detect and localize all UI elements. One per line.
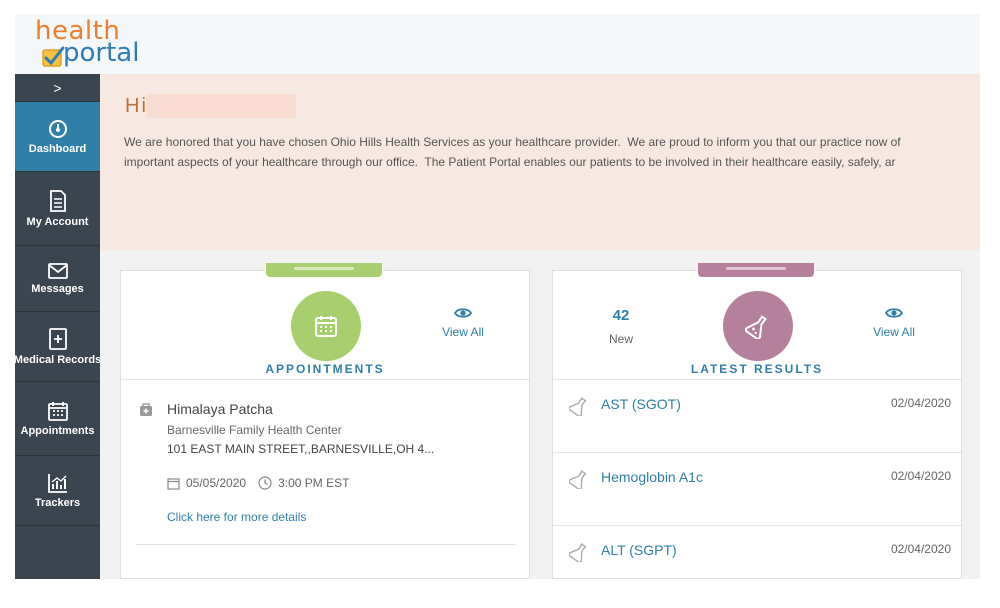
account-icon bbox=[49, 189, 66, 212]
greeting-hi: Hi bbox=[125, 94, 148, 117]
new-results-count[interactable]: 42 New bbox=[601, 307, 641, 346]
clock-icon bbox=[258, 476, 272, 490]
sidebar-item-my-account[interactable]: My Account bbox=[15, 172, 100, 246]
sidebar-item-label: My Account bbox=[26, 215, 89, 228]
view-all-label: View All bbox=[442, 325, 484, 339]
logo-check-icon bbox=[42, 46, 65, 67]
divider bbox=[136, 544, 516, 545]
sidebar-item-trackers[interactable]: Trackers bbox=[15, 456, 100, 526]
facility-name: Barnesville Family Health Center bbox=[167, 423, 342, 437]
sidebar-item-label: Messages bbox=[31, 282, 84, 295]
sidebar-item-label: Trackers bbox=[34, 496, 81, 509]
appointment-date: 05/05/2020 bbox=[186, 476, 247, 490]
welcome-line-1: We are honored that you have chosen Ohio… bbox=[124, 135, 901, 149]
facility-address: 101 EAST MAIN STREET,,BARNESVILLE,OH 4..… bbox=[167, 442, 435, 456]
result-row[interactable]: ALT (SGPT) 02/04/2020 bbox=[553, 526, 963, 579]
appointment-datetime: 05/05/2020 3:00 PM EST bbox=[167, 476, 349, 490]
sidebar-item-appointments[interactable]: Appointments bbox=[15, 382, 100, 456]
redacted-name bbox=[145, 94, 296, 118]
envelope-icon bbox=[47, 262, 68, 279]
welcome-banner: Hi We are honored that you have chosen O… bbox=[100, 74, 980, 250]
sidebar-item-label: Dashboard bbox=[28, 142, 87, 155]
welcome-message: We are honored that you have chosen Ohio… bbox=[124, 132, 980, 172]
sidebar-toggle-button[interactable]: > bbox=[15, 74, 100, 102]
result-row[interactable]: Hemoglobin A1c 02/04/2020 bbox=[553, 453, 963, 526]
appointments-view-all-link[interactable]: View All bbox=[433, 307, 493, 339]
header: health portal bbox=[15, 14, 980, 74]
sidebar-toggle-label: > bbox=[53, 79, 62, 96]
appointment-details-link[interactable]: Click here for more details bbox=[167, 510, 306, 524]
result-name: ALT (SGPT) bbox=[601, 542, 677, 558]
flask-icon bbox=[569, 470, 587, 489]
sidebar-item-label: Appointments bbox=[20, 424, 95, 437]
dashboard-main: Hi We are honored that you have chosen O… bbox=[100, 74, 980, 579]
flask-icon bbox=[569, 397, 587, 416]
results-view-all-link[interactable]: View All bbox=[864, 307, 924, 339]
appointment-time: 3:00 PM EST bbox=[278, 476, 350, 490]
calendar-icon bbox=[315, 316, 337, 337]
logo-text-portal: portal bbox=[63, 38, 140, 68]
health-portal-logo[interactable]: health portal bbox=[35, 16, 170, 72]
divider bbox=[121, 379, 529, 380]
sidebar-item-label: Medical Records bbox=[15, 353, 102, 366]
appointments-card-tab bbox=[266, 263, 382, 277]
result-date: 02/04/2020 bbox=[890, 469, 951, 483]
flask-icon bbox=[745, 315, 767, 339]
appointments-circle-icon bbox=[291, 291, 361, 361]
provider-name: Himalaya Patcha bbox=[167, 401, 273, 417]
new-count-number: 42 bbox=[612, 307, 630, 324]
results-card-tab bbox=[698, 263, 814, 277]
medical-records-icon bbox=[48, 327, 67, 350]
medical-bag-icon bbox=[140, 403, 152, 416]
result-date: 02/04/2020 bbox=[890, 396, 951, 410]
results-circle-icon bbox=[723, 291, 793, 361]
result-date: 02/04/2020 bbox=[890, 542, 951, 556]
results-title: LATEST RESULTS bbox=[690, 362, 824, 376]
appointments-title: APPOINTMENTS bbox=[265, 362, 385, 376]
sidebar-item-messages[interactable]: Messages bbox=[15, 246, 100, 312]
dashboard-icon bbox=[48, 119, 67, 138]
greeting: Hi bbox=[125, 94, 296, 118]
app-window: health portal > Dashboard My Account Mes… bbox=[15, 14, 980, 579]
calendar-icon bbox=[47, 401, 68, 421]
result-name: Hemoglobin A1c bbox=[601, 469, 703, 485]
result-name: AST (SGOT) bbox=[601, 396, 681, 412]
flask-icon bbox=[569, 543, 587, 562]
calendar-icon bbox=[167, 477, 180, 490]
welcome-line-2: important aspects of your healthcare thr… bbox=[124, 155, 896, 169]
appointments-card: View All APPOINTMENTS Himalaya Patcha Ba… bbox=[120, 263, 530, 579]
result-row[interactable]: AST (SGOT) 02/04/2020 bbox=[553, 380, 963, 453]
eye-icon bbox=[885, 308, 903, 318]
sidebar-item-medical-records[interactable]: Medical Records bbox=[15, 312, 102, 382]
eye-icon bbox=[454, 308, 472, 318]
new-count-label: New bbox=[608, 332, 633, 346]
sidebar: > Dashboard My Account Messages Medical … bbox=[15, 74, 102, 579]
latest-results-card: 42 New View All LATEST RESULTS AST (SGOT… bbox=[552, 263, 963, 579]
sidebar-item-dashboard[interactable]: Dashboard bbox=[15, 102, 100, 172]
view-all-label: View All bbox=[873, 325, 915, 339]
chart-icon bbox=[47, 473, 67, 493]
